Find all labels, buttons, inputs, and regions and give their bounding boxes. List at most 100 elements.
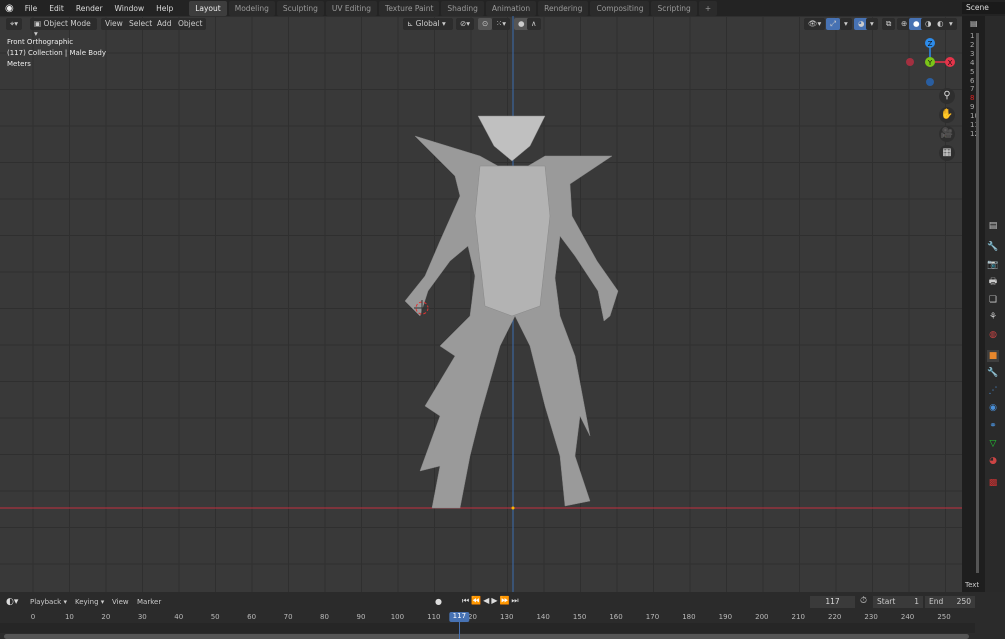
timeline-tick-label: 160 xyxy=(609,613,623,621)
render-properties-tab-icon[interactable]: 📷 xyxy=(987,259,999,271)
line-number: 4 xyxy=(970,58,975,67)
line-number: 3 xyxy=(970,49,975,58)
menu-render[interactable]: Render xyxy=(70,4,109,13)
add-workspace-button[interactable]: + xyxy=(698,0,718,16)
neg-z-handle xyxy=(926,78,934,86)
timeline-track[interactable] xyxy=(0,623,975,633)
timeline-editor-type-icon[interactable]: ◐▾ xyxy=(6,597,18,607)
timeline-scrollbar[interactable] xyxy=(4,634,969,639)
menu-file[interactable]: File xyxy=(19,4,44,13)
text-scrollbar[interactable] xyxy=(976,33,979,573)
tab-modeling[interactable]: Modeling xyxy=(228,0,275,16)
properties-editor-type-icon[interactable]: ▤ xyxy=(987,220,999,232)
material-properties-tab-icon[interactable]: ◕ xyxy=(987,455,999,467)
end-frame-field[interactable]: End 250 xyxy=(925,596,975,608)
timeline-tick-label: 80 xyxy=(320,613,329,621)
y-label: Y xyxy=(927,59,933,67)
particles-properties-tab-icon[interactable]: ⋰ xyxy=(987,385,999,397)
timeline-tick-label: 20 xyxy=(101,613,111,621)
origin-point xyxy=(511,506,515,510)
data-properties-tab-icon[interactable]: ▽ xyxy=(987,438,999,450)
text-datablock-label: Text xyxy=(965,581,980,589)
line-number: 9 xyxy=(970,103,975,112)
timeline-tick-label: 210 xyxy=(791,613,805,621)
timeline-tick-label: 30 xyxy=(137,613,147,621)
start-value: 1 xyxy=(914,597,919,606)
modifiers-properties-tab-icon[interactable]: 🔧 xyxy=(987,367,999,379)
timeline-tick-label: 0 xyxy=(30,613,36,621)
x-label: X xyxy=(948,59,953,67)
world-properties-tab-icon[interactable]: ◍ xyxy=(987,329,999,341)
texture-properties-tab-icon[interactable]: ▩ xyxy=(987,477,999,489)
tab-rendering[interactable]: Rendering xyxy=(538,0,589,16)
male-body-mesh xyxy=(404,115,619,509)
timeline-tick-label: 70 xyxy=(283,613,293,621)
tab-compositing[interactable]: Compositing xyxy=(590,0,650,16)
playhead-frame-label[interactable]: 117 xyxy=(449,612,470,622)
blender-logo-icon[interactable]: ◉ xyxy=(0,3,19,14)
timeline-menu-keying[interactable]: Keying ▾ xyxy=(75,598,104,606)
playback-controls[interactable]: ⏮⏪◀▶⏩⏭ xyxy=(462,596,521,606)
constraints-properties-tab-icon[interactable]: ⚭ xyxy=(987,420,999,432)
scene-svg: Z Y X xyxy=(0,16,962,592)
timeline-tick-label: 150 xyxy=(572,613,587,621)
z-label: Z xyxy=(928,40,933,48)
timeline-tick-label: 90 xyxy=(356,613,366,621)
timeline-tick-label: 100 xyxy=(390,613,405,621)
tab-sculpting[interactable]: Sculpting xyxy=(276,0,324,16)
start-frame-field[interactable]: Start 1 xyxy=(873,596,923,608)
tool-properties-tab-icon[interactable]: 🔧 xyxy=(987,241,999,253)
timeline-tick-label: 250 xyxy=(937,613,951,621)
tab-scripting[interactable]: Scripting xyxy=(651,0,697,16)
tab-texture-paint[interactable]: Texture Paint xyxy=(379,0,440,16)
menu-window[interactable]: Window xyxy=(109,4,151,13)
timeline-tick-label: 130 xyxy=(500,613,514,621)
physics-properties-tab-icon[interactable]: ◉ xyxy=(987,402,999,414)
autokey-record-icon[interactable]: ● xyxy=(435,597,442,606)
timeline-tick-label: 60 xyxy=(247,613,257,621)
pan-hand-icon[interactable]: ✋ xyxy=(939,107,955,123)
menu-help[interactable]: Help xyxy=(150,4,179,13)
text-editor-type-icon[interactable]: ▤ xyxy=(970,19,978,28)
top-bar: ◉ File Edit Render Window Help Layout Modelin… xyxy=(0,0,1005,16)
timeline-tick-label: 140 xyxy=(536,613,550,621)
line-number: 8 xyxy=(970,94,975,103)
menu-edit[interactable]: Edit xyxy=(43,4,70,13)
line-number: 5 xyxy=(970,67,975,76)
timeline-tick-label: 10 xyxy=(64,613,74,621)
output-properties-tab-icon[interactable]: 🖶 xyxy=(987,276,999,288)
line-number: 6 xyxy=(970,76,975,85)
scene-selector[interactable]: Scene xyxy=(962,2,1005,14)
tab-layout[interactable]: Layout xyxy=(189,0,227,16)
zoom-icon[interactable]: ⚲ xyxy=(939,88,955,104)
stopwatch-icon[interactable]: ⏱ xyxy=(860,596,867,606)
timeline-tick-label: 220 xyxy=(827,613,842,621)
timeline-tick-label: 200 xyxy=(755,613,769,621)
timeline-tick-label: 240 xyxy=(900,613,915,621)
tab-shading[interactable]: Shading xyxy=(441,0,484,16)
scene-properties-tab-icon[interactable]: ⚘ xyxy=(987,311,999,323)
timeline-tick-label: 230 xyxy=(864,613,878,621)
timeline-menu-playback[interactable]: Playback ▾ xyxy=(30,598,67,606)
timeline-tick-label: 50 xyxy=(210,613,220,621)
neg-x-handle xyxy=(906,58,914,66)
current-frame-field[interactable]: 117 xyxy=(810,596,855,608)
end-value: 250 xyxy=(956,597,971,606)
object-properties-tab-icon[interactable]: ■ xyxy=(987,349,999,362)
grid-icon[interactable]: ▦ xyxy=(939,145,955,161)
timeline-menu-marker[interactable]: Marker xyxy=(137,598,161,606)
tab-uv-editing[interactable]: UV Editing xyxy=(325,0,378,16)
timeline-tick-label: 190 xyxy=(718,613,733,621)
timeline-menu-view[interactable]: View xyxy=(112,598,129,606)
end-label: End xyxy=(929,597,944,606)
timeline-tick-label: 110 xyxy=(427,613,441,621)
line-number: 7 xyxy=(970,85,975,94)
camera-icon[interactable]: 🎥 xyxy=(939,126,955,142)
timeline-tick-label: 40 xyxy=(174,613,184,621)
start-label: Start xyxy=(877,597,896,606)
view-layer-properties-tab-icon[interactable]: ❏ xyxy=(987,294,999,306)
line-number: 1 xyxy=(970,32,975,40)
tab-animation[interactable]: Animation xyxy=(485,0,537,16)
line-number: 2 xyxy=(970,40,975,49)
navigation-gizmo: Z Y X xyxy=(906,38,955,86)
